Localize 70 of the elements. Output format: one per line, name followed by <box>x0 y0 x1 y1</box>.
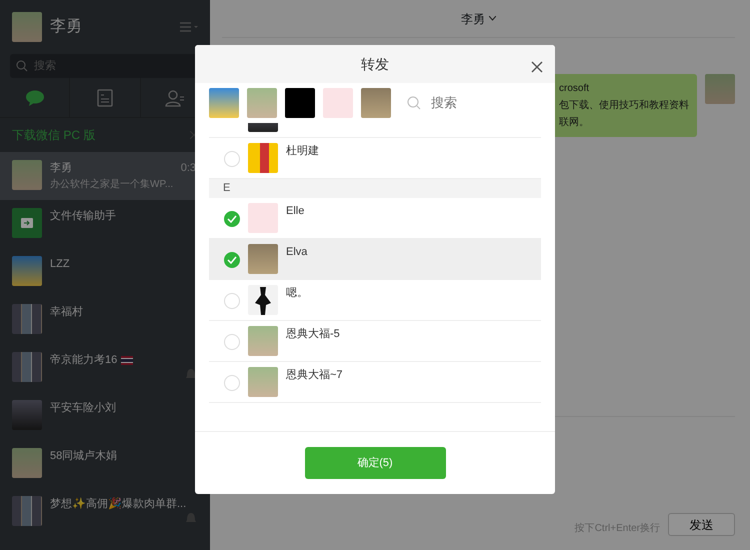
chat-time: 0:3 <box>180 161 196 176</box>
contact-row[interactable]: Elva <box>209 239 541 280</box>
chat-list-item[interactable]: 帝京能力考16 <box>0 344 210 392</box>
selected-contact-avatar <box>209 88 239 118</box>
avatar-picture <box>12 496 42 526</box>
avatar-picture <box>12 208 42 238</box>
avatar-picture <box>12 400 42 430</box>
selected-contact-avatar <box>361 88 391 118</box>
check-icon <box>227 215 237 223</box>
search-icon <box>16 60 28 72</box>
user-avatar <box>12 12 42 42</box>
chat-name: 58同城卢木娟 <box>50 449 118 464</box>
chat-name: LZZ <box>50 257 70 272</box>
selected-contact-avatar <box>323 88 353 118</box>
avatar-picture <box>248 143 278 173</box>
download-banner-link[interactable]: 下载微信 PC 版 <box>12 126 96 144</box>
message-text: crosoft <box>559 82 590 96</box>
search-field[interactable]: 搜索 <box>407 92 509 114</box>
chat-name: 李勇 <box>50 161 72 176</box>
check-icon <box>227 256 237 264</box>
contacts-icon[interactable] <box>165 88 186 106</box>
chat-icon[interactable] <box>24 90 45 106</box>
contact-name: Elva <box>286 245 308 260</box>
contact-name: 嗯。 <box>286 286 308 301</box>
chat-name: 梦想✨高佣🎉爆款肉单群... <box>50 496 186 512</box>
avatar-picture <box>12 256 42 286</box>
sender-avatar <box>705 74 735 104</box>
message-text: 包下载、使用技巧和教程资料 <box>559 98 689 113</box>
avatar-picture <box>248 244 278 274</box>
chat-name: 帝京能力考16 <box>50 352 118 368</box>
select-checkbox[interactable] <box>224 252 240 268</box>
contact-name: Elle <box>286 204 304 219</box>
chat-list-item[interactable]: 梦想✨高佣🎉爆款肉单群... <box>0 488 210 536</box>
avatar-picture <box>12 448 42 478</box>
menu-icon[interactable] <box>180 22 198 32</box>
user-name: 李勇 <box>50 16 83 37</box>
search-icon <box>407 96 421 110</box>
avatar-picture <box>12 352 42 382</box>
send-button[interactable]: 发送 <box>668 513 735 536</box>
contact-name: 杜明建 <box>286 144 319 159</box>
chat-list-item[interactable]: 文件传输助手 <box>0 200 210 248</box>
selected-contact-avatar <box>247 88 277 118</box>
confirm-button[interactable]: 确定(5) <box>304 447 446 479</box>
chat-list-item[interactable]: 幸福村 <box>0 296 210 344</box>
dialog-title: 转发 <box>361 54 389 74</box>
chat-name: 平安车险小刘 <box>50 400 116 416</box>
contact-row[interactable]: 恩典大福~7 <box>209 362 541 403</box>
avatar-picture <box>248 285 278 315</box>
chat-list-item[interactable]: 58同城卢木娟 <box>0 440 210 488</box>
contact-row[interactable]: 嗯。 <box>209 280 541 321</box>
select-checkbox[interactable] <box>224 211 240 227</box>
chat-list-item[interactable]: 平安车险小刘 <box>0 392 210 440</box>
avatar-picture <box>12 304 42 334</box>
chat-preview: 办公软件之家是一个集WP... <box>50 178 174 192</box>
section-header: E <box>209 179 541 198</box>
selected-contact-avatar <box>285 88 315 118</box>
avatar-picture <box>248 326 278 356</box>
avatar-picture <box>248 203 278 233</box>
chat-name: 文件传输助手 <box>50 208 116 224</box>
contact-name: 恩典大福~7 <box>286 368 343 383</box>
contact-row[interactable]: 恩典大福-5 <box>209 321 541 362</box>
chat-title[interactable]: 李勇 <box>461 10 496 28</box>
message-text: 联网。 <box>559 116 589 130</box>
chat-name: 幸福村 <box>50 305 83 320</box>
contact-name: 恩典大福-5 <box>286 327 340 342</box>
document-icon[interactable] <box>96 88 113 106</box>
caret-icon <box>489 16 496 21</box>
avatar-picture <box>12 160 42 190</box>
avatar-picture <box>248 367 278 397</box>
chat-list-item[interactable]: LZZ <box>0 248 210 296</box>
